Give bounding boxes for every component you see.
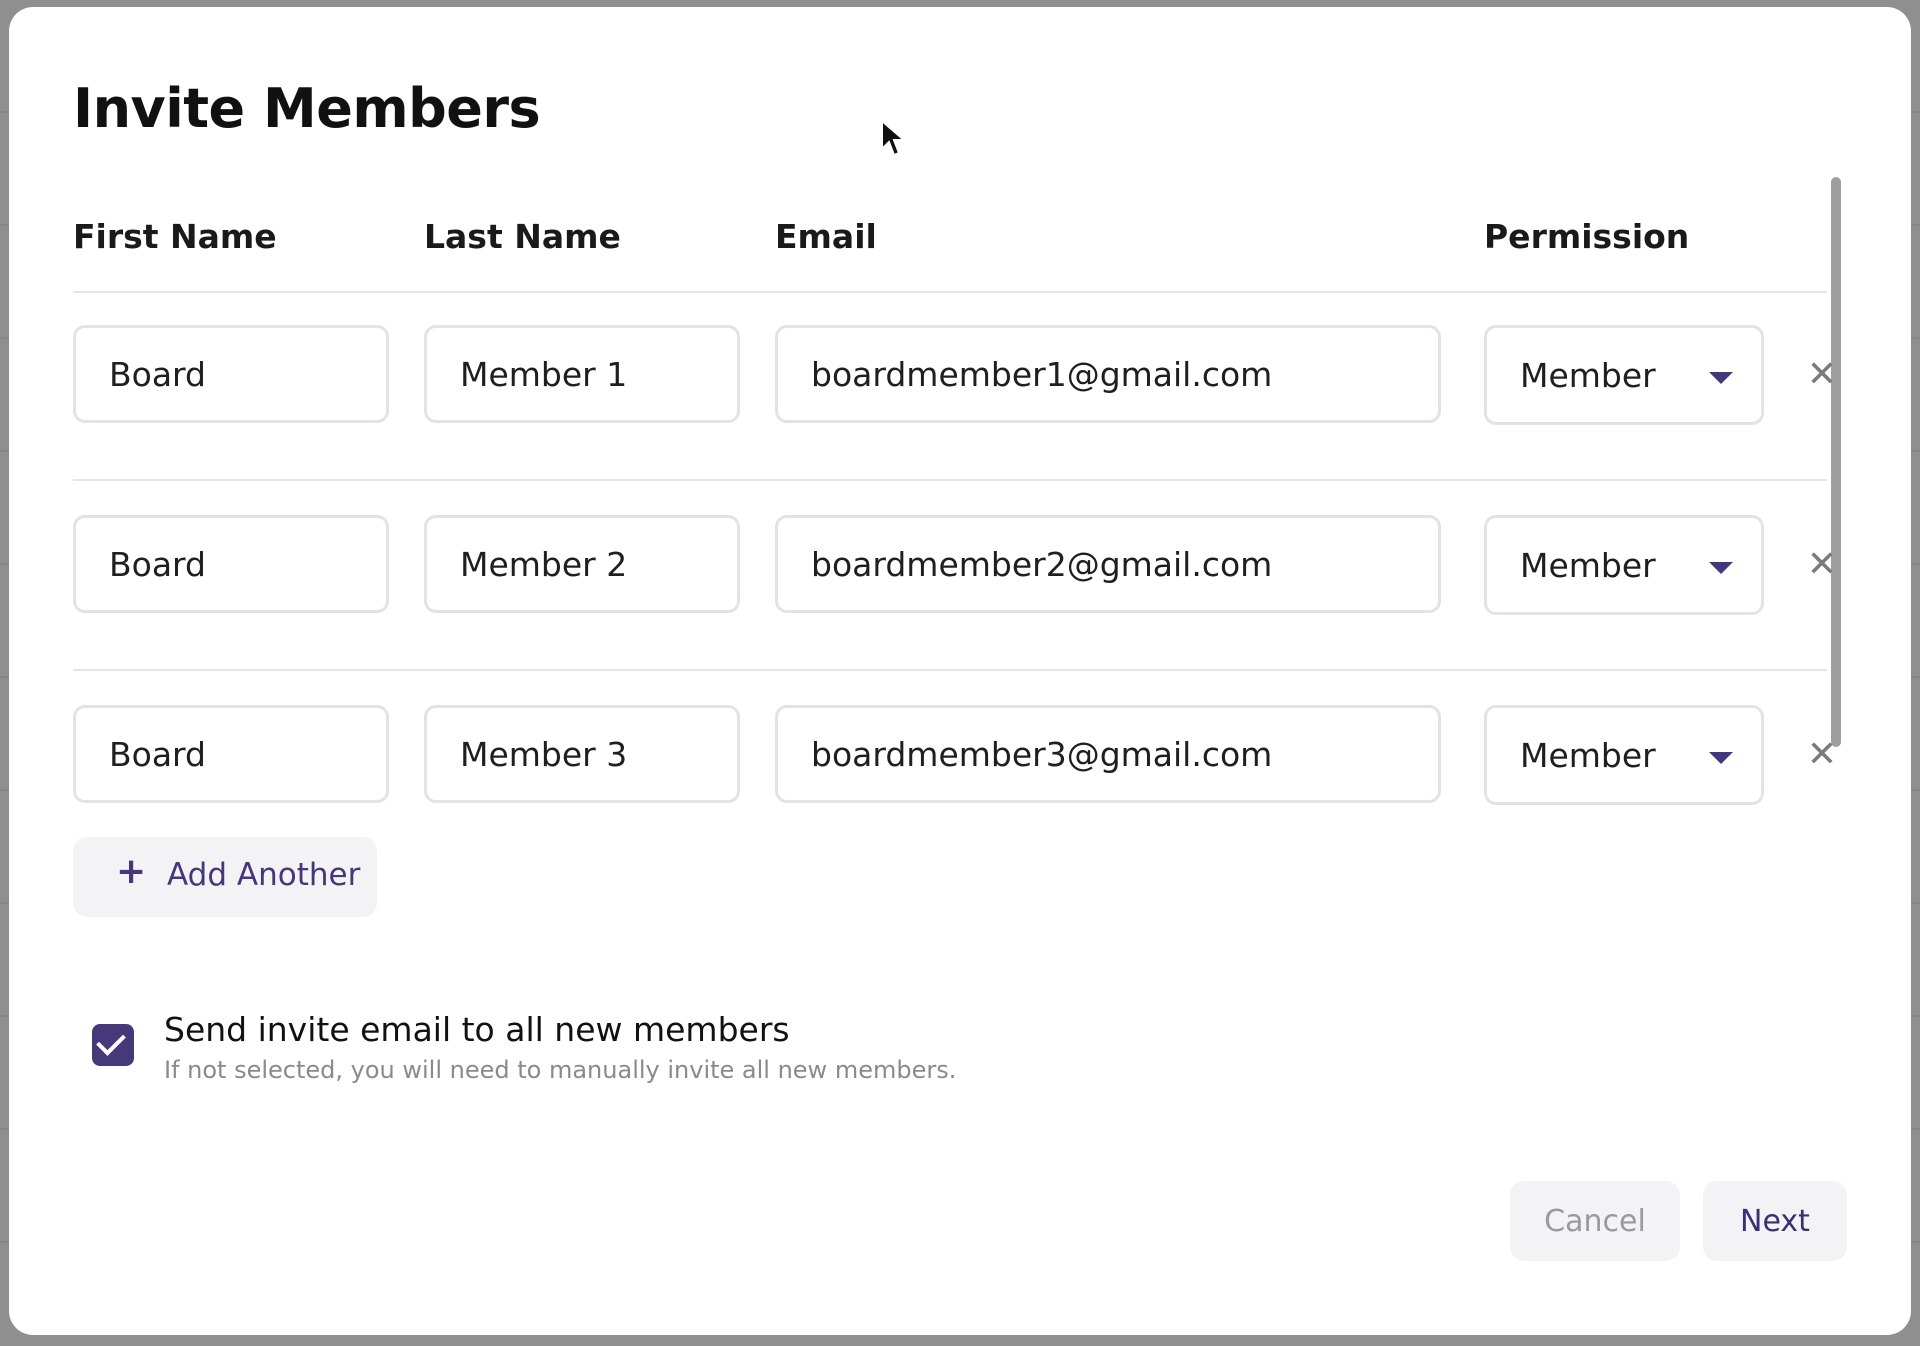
permission-select[interactable]: Member (1484, 705, 1764, 805)
scrollbar[interactable] (1831, 177, 1841, 747)
dialog-title: Invite Members (73, 77, 541, 140)
email-input[interactable] (775, 705, 1441, 803)
email-input[interactable] (775, 325, 1441, 423)
first-name-input[interactable] (73, 325, 389, 423)
last-name-input[interactable] (424, 325, 740, 423)
send-invite-label: Send invite email to all new members (164, 1010, 790, 1049)
permission-value: Member (1520, 736, 1656, 775)
first-name-input[interactable] (73, 705, 389, 803)
column-header-last-name: Last Name (424, 217, 621, 256)
member-row: Member ✕ (73, 291, 1837, 481)
member-row: Member ✕ (73, 671, 1837, 821)
next-button[interactable]: Next (1703, 1181, 1847, 1261)
close-icon[interactable]: ✕ (1798, 731, 1846, 779)
add-another-button[interactable]: + Add Another (73, 837, 377, 917)
chevron-down-icon (1709, 562, 1733, 574)
send-invite-checkbox[interactable] (92, 1024, 134, 1066)
chevron-down-icon (1709, 372, 1733, 384)
send-invite-description: If not selected, you will need to manual… (164, 1056, 957, 1084)
last-name-input[interactable] (424, 705, 740, 803)
permission-select[interactable]: Member (1484, 515, 1764, 615)
first-name-input[interactable] (73, 515, 389, 613)
chevron-down-icon (1709, 752, 1733, 764)
plus-icon: + (116, 851, 147, 892)
permission-value: Member (1520, 356, 1656, 395)
permission-select[interactable]: Member (1484, 325, 1764, 425)
email-input[interactable] (775, 515, 1441, 613)
column-header-permission: Permission (1484, 217, 1690, 256)
column-header-email: Email (775, 217, 877, 256)
cancel-button[interactable]: Cancel (1510, 1181, 1680, 1261)
check-icon (96, 1026, 126, 1056)
add-another-label: Add Another (167, 857, 361, 893)
permission-value: Member (1520, 546, 1656, 585)
member-row: Member ✕ (73, 481, 1837, 671)
table-header: First Name Last Name Email Permission (73, 217, 1827, 293)
invite-members-dialog: Invite Members First Name Last Name Emai… (9, 7, 1911, 1335)
column-header-first-name: First Name (73, 217, 277, 256)
last-name-input[interactable] (424, 515, 740, 613)
close-icon[interactable]: ✕ (1798, 541, 1846, 589)
close-icon[interactable]: ✕ (1798, 351, 1846, 399)
